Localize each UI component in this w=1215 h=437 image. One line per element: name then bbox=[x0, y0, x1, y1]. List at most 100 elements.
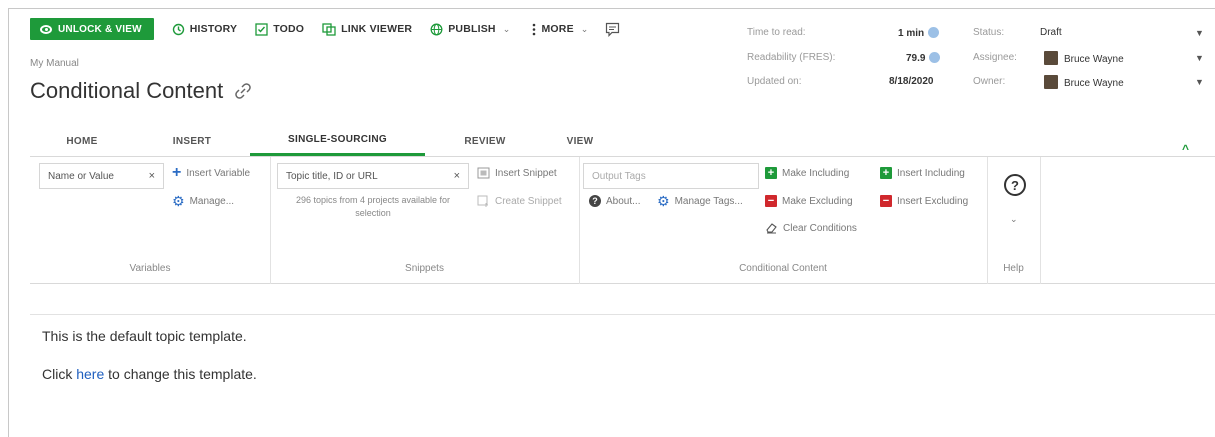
unlock-view-label: UNLOCK & VIEW bbox=[58, 23, 142, 35]
avatar bbox=[1044, 75, 1058, 89]
conditional-group-label: Conditional Content bbox=[739, 263, 827, 274]
clear-icon[interactable]: × bbox=[149, 170, 155, 182]
clear-conditions-button[interactable]: Clear Conditions bbox=[765, 222, 857, 234]
history-button[interactable]: HISTORY bbox=[172, 23, 238, 36]
group-divider bbox=[1040, 157, 1041, 284]
insert-variable-button[interactable]: + Insert Variable bbox=[172, 164, 250, 181]
avatar bbox=[1044, 51, 1058, 65]
chevron-down-icon[interactable]: ▼ bbox=[1195, 53, 1204, 63]
content-paragraph: Click here to change this template. bbox=[42, 366, 257, 382]
plus-square-icon: + bbox=[880, 167, 892, 179]
manage-tags-button[interactable]: ⚙ Manage Tags... bbox=[657, 193, 743, 209]
manage-label: Manage... bbox=[189, 195, 235, 207]
info-icon[interactable] bbox=[928, 27, 940, 38]
chevron-down-icon: ⌄ bbox=[502, 23, 511, 34]
link-icon[interactable] bbox=[233, 81, 253, 101]
link-viewer-label: LINK VIEWER bbox=[341, 23, 413, 35]
manage-variables-button[interactable]: ⚙ Manage... bbox=[172, 194, 235, 208]
comment-icon bbox=[605, 22, 619, 37]
make-excluding-label: Make Excluding bbox=[782, 195, 853, 207]
clear-conditions-label: Clear Conditions bbox=[783, 222, 857, 234]
time-to-read-value: 1 min bbox=[898, 28, 925, 39]
help-glyph: ? bbox=[1011, 177, 1019, 193]
plus-icon: + bbox=[172, 164, 182, 181]
output-tags-placeholder: Output Tags bbox=[592, 170, 646, 182]
content-text: Click bbox=[42, 366, 77, 382]
insert-snippet-label: Insert Snippet bbox=[495, 167, 557, 179]
chevron-down-icon[interactable]: ▼ bbox=[1195, 28, 1204, 38]
owner-selector[interactable]: Bruce Wayne bbox=[1044, 75, 1124, 89]
collapse-ribbon-icon[interactable]: ^ bbox=[1182, 142, 1189, 156]
status-label: Status: bbox=[973, 27, 1005, 38]
readability-value: 79.9 bbox=[906, 53, 926, 64]
snippet-search-input[interactable]: Topic title, ID or URL × bbox=[277, 163, 469, 189]
variable-search-value: Name or Value bbox=[48, 170, 114, 182]
content-text: to change this template. bbox=[104, 366, 257, 382]
todo-button[interactable]: TODO bbox=[255, 22, 304, 36]
output-tags-input[interactable]: Output Tags bbox=[583, 163, 759, 189]
history-label: HISTORY bbox=[189, 23, 238, 35]
create-snippet-button[interactable]: Create Snippet bbox=[477, 195, 562, 207]
more-dropdown[interactable]: MORE ⌄ bbox=[532, 23, 588, 36]
tab-review[interactable]: REVIEW bbox=[425, 126, 545, 156]
owner-label: Owner: bbox=[973, 76, 1006, 87]
updated-label: Updated on: bbox=[747, 76, 802, 87]
chevron-down-icon[interactable]: ▼ bbox=[1195, 77, 1204, 87]
tab-insert[interactable]: INSERT bbox=[134, 126, 250, 156]
help-group-label: Help bbox=[1003, 263, 1024, 274]
minus-square-icon: − bbox=[880, 195, 892, 207]
tab-single-sourcing[interactable]: SINGLE-SOURCING bbox=[250, 126, 425, 156]
checkbox-icon bbox=[255, 22, 268, 36]
owner-value: Bruce Wayne bbox=[1064, 78, 1124, 89]
help-button[interactable]: ? bbox=[1004, 174, 1026, 196]
time-to-read-label: Time to read: bbox=[747, 27, 806, 38]
assignee-label: Assignee: bbox=[973, 52, 1017, 63]
insert-excluding-button[interactable]: − Insert Excluding bbox=[880, 195, 968, 207]
ribbon-tabs: HOME INSERT SINGLE-SOURCING REVIEW VIEW bbox=[30, 126, 615, 156]
variable-search-input[interactable]: Name or Value × bbox=[39, 163, 164, 189]
publish-dropdown[interactable]: PUBLISH ⌄ bbox=[430, 23, 510, 36]
link-viewer-icon bbox=[322, 22, 336, 36]
info-icon[interactable] bbox=[929, 52, 941, 63]
topic-title-text: Conditional Content bbox=[30, 78, 224, 103]
link-viewer-button[interactable]: LINK VIEWER bbox=[322, 22, 413, 36]
readability: 79.9 bbox=[906, 52, 941, 64]
publish-label: PUBLISH bbox=[448, 23, 496, 35]
manage-tags-label: Manage Tags... bbox=[674, 195, 743, 207]
vertical-dots-icon bbox=[533, 23, 536, 35]
minus-square-icon: − bbox=[765, 195, 777, 207]
globe-icon bbox=[430, 23, 443, 35]
insert-including-label: Insert Including bbox=[897, 167, 965, 179]
assignee-selector[interactable]: Bruce Wayne bbox=[1044, 51, 1124, 65]
content-paragraph: This is the default topic template. bbox=[42, 328, 247, 344]
snippet-icon bbox=[477, 167, 490, 179]
insert-snippet-button[interactable]: Insert Snippet bbox=[477, 167, 557, 179]
about-conditions-button[interactable]: ? About... bbox=[589, 195, 640, 207]
variables-group-label: Variables bbox=[129, 263, 171, 274]
here-link[interactable]: here bbox=[76, 366, 104, 382]
make-including-label: Make Including bbox=[782, 167, 850, 179]
unlock-view-button[interactable]: UNLOCK & VIEW bbox=[30, 18, 154, 40]
tab-view[interactable]: VIEW bbox=[545, 126, 615, 156]
clear-icon[interactable]: × bbox=[454, 170, 460, 182]
snippets-group-label: Snippets bbox=[405, 263, 444, 274]
gear-icon: ⚙ bbox=[657, 193, 670, 209]
create-snippet-label: Create Snippet bbox=[495, 195, 562, 207]
chevron-down-icon[interactable]: ⌄ bbox=[1010, 214, 1018, 225]
tab-home[interactable]: HOME bbox=[30, 126, 134, 156]
snippet-availability-note: 296 topics from 4 projects available for… bbox=[295, 195, 451, 218]
time-to-read: 1 min bbox=[898, 27, 940, 39]
insert-including-button[interactable]: + Insert Including bbox=[880, 167, 965, 179]
more-label: MORE bbox=[541, 23, 574, 35]
readability-label: Readability (FRES): bbox=[747, 52, 836, 63]
make-including-button[interactable]: + Make Including bbox=[765, 167, 849, 179]
help-circle-icon: ? bbox=[589, 195, 601, 207]
insert-excluding-label: Insert Excluding bbox=[897, 195, 969, 207]
status-value[interactable]: Draft bbox=[1040, 27, 1062, 38]
create-snippet-icon bbox=[477, 195, 488, 207]
plus-square-icon: + bbox=[765, 167, 777, 179]
make-excluding-button[interactable]: − Make Excluding bbox=[765, 195, 853, 207]
updated-value: 8/18/2020 bbox=[889, 76, 934, 87]
snippet-search-value: Topic title, ID or URL bbox=[286, 170, 378, 182]
comment-button[interactable] bbox=[605, 22, 620, 37]
